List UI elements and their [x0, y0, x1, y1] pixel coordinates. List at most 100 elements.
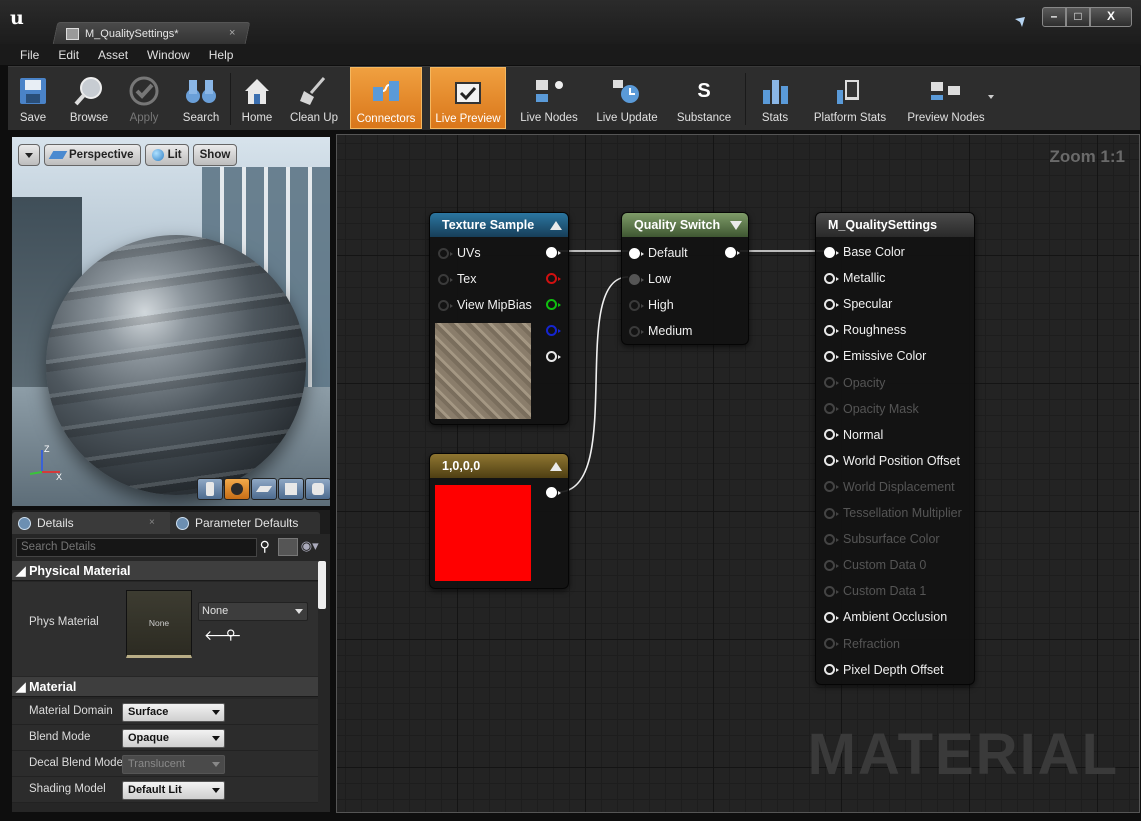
result-input-pin[interactable]: Normal [824, 422, 883, 448]
menu-file[interactable]: File [20, 48, 39, 62]
live-update-icon [609, 73, 645, 109]
connectors-button[interactable]: Connectors [350, 67, 422, 129]
browse-button[interactable]: Browse [64, 67, 114, 129]
clean-up-button[interactable]: Clean Up [285, 67, 343, 129]
result-input-pin[interactable]: Metallic [824, 265, 885, 291]
collapse-icon[interactable] [550, 462, 562, 471]
input-pin-tex[interactable]: Tex [438, 266, 476, 292]
result-input-pin[interactable]: Emissive Color [824, 343, 926, 369]
maximize-button[interactable]: □ [1066, 7, 1090, 27]
result-input-pin: World Displacement [824, 474, 955, 500]
platform-stats-button[interactable]: Platform Stats [806, 67, 894, 129]
pin-icon [438, 273, 453, 285]
output-pin-a[interactable] [546, 351, 561, 362]
result-input-label: Custom Data 0 [843, 558, 927, 573]
pin-icon [824, 350, 839, 362]
show-button[interactable]: Show [192, 144, 238, 166]
material-domain-combo[interactable]: Surface [122, 703, 225, 722]
physical-material-category[interactable]: ◢ Physical Material [12, 561, 318, 581]
search-details-input[interactable] [16, 537, 257, 557]
material-result-node[interactable]: M_QualitySettings Base Color Metallic Spec… [815, 212, 975, 685]
result-input-pin[interactable]: Pixel Depth Offset [824, 657, 944, 683]
browse-magnifier-icon[interactable]: ⚲ [226, 627, 236, 643]
result-input-label: Roughness [843, 323, 907, 338]
preview-mesh-button[interactable] [305, 478, 330, 500]
output-pin-b[interactable] [546, 325, 561, 336]
home-button[interactable]: Home [236, 67, 278, 129]
result-input-label: Opacity [843, 375, 886, 390]
texture-sample-node[interactable]: Texture Sample UVs Tex View MipBias [429, 212, 569, 425]
result-input-pin[interactable]: Roughness [824, 317, 906, 343]
stats-button[interactable]: Stats [752, 67, 798, 129]
search-icon[interactable]: ⚲ [260, 539, 276, 555]
save-button[interactable]: Save [10, 67, 56, 129]
constant-vector-node[interactable]: 1,0,0,0 [429, 453, 569, 589]
eye-icon[interactable]: ◉▾ [301, 538, 328, 556]
tab-details-close-button[interactable]: × [149, 517, 155, 528]
input-pin-high[interactable]: High [629, 292, 674, 318]
preview-sphere-button[interactable] [224, 478, 250, 500]
quality-switch-node[interactable]: Quality Switch Default Low High Medium [621, 212, 749, 345]
collapse-icon[interactable] [730, 221, 742, 230]
preview-cube-button[interactable] [278, 478, 304, 500]
preview-cylinder-button[interactable] [197, 478, 223, 500]
tab-parameter-defaults[interactable]: Parameter Defaults [170, 512, 320, 534]
output-pin-rgb[interactable] [546, 247, 561, 258]
material-graph[interactable]: Zoom 1:1 MATERIAL Texture Sample UVs Tex… [336, 134, 1140, 813]
connectors-icon [368, 74, 404, 110]
phys-material-combo[interactable]: None [198, 602, 308, 621]
input-pin-view-mipbias[interactable]: View MipBias [438, 292, 532, 318]
result-input-pin[interactable]: Base Color [824, 239, 905, 265]
perspective-button[interactable]: Perspective [44, 144, 141, 166]
details-tab-strip: Details × Parameter Defaults [12, 510, 330, 534]
menu-asset[interactable]: Asset [98, 48, 128, 62]
search-button[interactable]: Search [178, 67, 224, 129]
result-input-pin[interactable]: Ambient Occlusion [824, 604, 947, 630]
input-pin-default[interactable]: Default [629, 240, 688, 266]
menu-window[interactable]: Window [147, 48, 190, 62]
output-pin[interactable] [725, 247, 740, 258]
live-preview-icon [450, 74, 486, 110]
pin-icon [824, 559, 839, 571]
blend-mode-combo[interactable]: Opaque [122, 729, 225, 748]
output-pin[interactable] [546, 487, 561, 498]
collapse-icon[interactable] [550, 221, 562, 230]
result-input-label: Specular [843, 297, 893, 312]
apply-button[interactable]: Apply [122, 67, 166, 129]
input-pin-uvs[interactable]: UVs [438, 240, 481, 266]
minimize-button[interactable]: – [1042, 7, 1066, 27]
lit-button[interactable]: Lit [144, 144, 189, 166]
viewport-options-button[interactable] [18, 144, 40, 166]
material-category[interactable]: ◢ Material [12, 677, 318, 697]
phys-material-thumbnail[interactable]: None [126, 590, 192, 658]
substance-button[interactable]: S Substance [670, 67, 738, 129]
live-nodes-button[interactable]: Live Nodes [514, 67, 584, 129]
result-input-pin[interactable]: World Position Offset [824, 448, 960, 474]
preview-nodes-button[interactable]: Preview Nodes [900, 67, 992, 129]
use-selected-arrow-icon[interactable]: 🡐 [204, 627, 242, 644]
output-pin-r[interactable] [546, 273, 561, 284]
output-pin-g[interactable] [546, 299, 561, 310]
teapot-icon [312, 483, 324, 495]
live-preview-button[interactable]: Live Preview [430, 67, 506, 129]
result-input-pin[interactable]: Specular [824, 291, 892, 317]
details-scrollbar[interactable] [318, 561, 326, 609]
close-button[interactable]: X [1090, 7, 1132, 27]
menu-edit[interactable]: Edit [58, 48, 79, 62]
result-input-label: Pixel Depth Offset [843, 662, 944, 677]
live-update-button[interactable]: Live Update [591, 67, 663, 129]
menu-help[interactable]: Help [209, 48, 234, 62]
document-tab-close-button[interactable]: × [229, 27, 235, 39]
result-input-label: Opacity Mask [843, 401, 919, 416]
tab-details[interactable]: Details × [12, 512, 172, 534]
input-pin-medium[interactable]: Medium [629, 318, 692, 344]
preview-viewport[interactable]: Perspective Lit Show Z X [12, 137, 330, 506]
document-tab-content[interactable]: M_QualitySettings* [66, 25, 179, 43]
help-icon[interactable] [1014, 16, 1026, 28]
preview-plane-button[interactable] [251, 478, 277, 500]
shading-model-combo[interactable]: Default Lit [122, 781, 225, 800]
toolbar-overflow-chevron-icon[interactable] [988, 95, 994, 99]
result-input-label: Subsurface Color [843, 532, 940, 547]
input-pin-low[interactable]: Low [629, 266, 671, 292]
view-options-icon[interactable] [278, 538, 298, 556]
